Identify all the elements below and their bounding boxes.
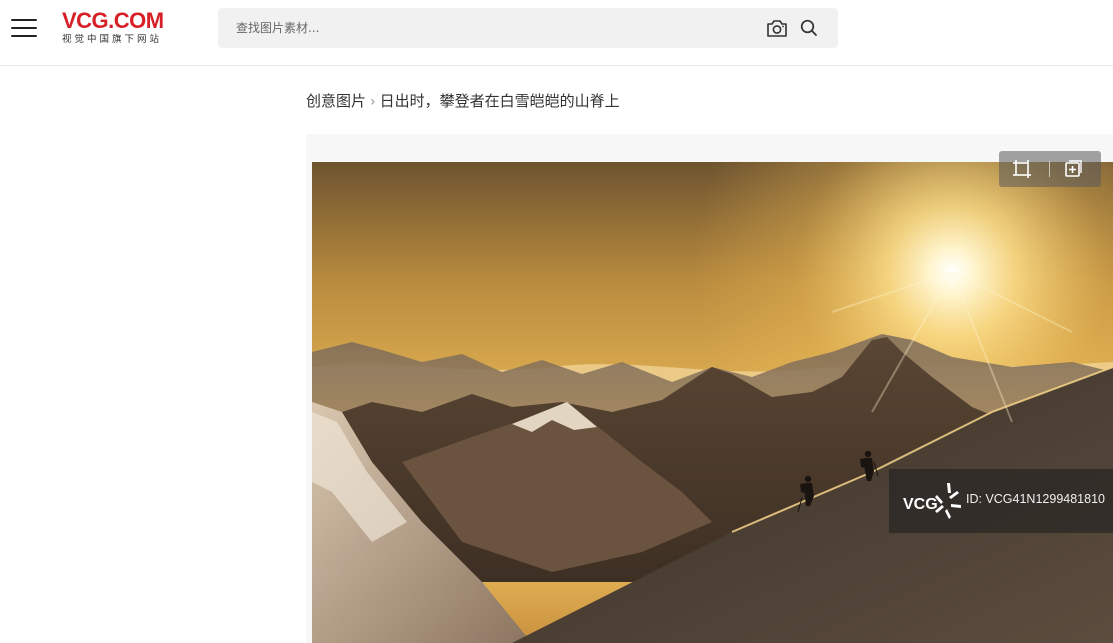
breadcrumb-category[interactable]: 创意图片 bbox=[306, 92, 366, 110]
breadcrumb-current: 日出时，攀登者在白雪皑皑的山脊上 bbox=[379, 92, 620, 110]
top-header: VCG.COM 视觉中国旗下网站 bbox=[0, 0, 1113, 66]
toolbar-divider bbox=[1049, 161, 1050, 177]
vcg-watermark-logo: VCG bbox=[903, 483, 961, 519]
image-toolbar bbox=[999, 151, 1101, 187]
photo-illustration bbox=[312, 162, 1113, 643]
wm-logo-text: VCG bbox=[903, 496, 938, 513]
search-bar bbox=[218, 8, 838, 48]
hamburger-menu-icon[interactable] bbox=[10, 16, 40, 40]
menu-line bbox=[11, 19, 37, 21]
image-id-label: ID: VCG41N1299481810 bbox=[966, 492, 1105, 506]
main-photo[interactable] bbox=[312, 162, 1113, 643]
camera-search-icon[interactable] bbox=[766, 18, 788, 38]
crop-icon[interactable] bbox=[1011, 158, 1033, 180]
image-watermark: VCG ID: VCG41N1299481810 bbox=[889, 469, 1113, 533]
logo-text: VCG.COM bbox=[62, 8, 164, 33]
logo-subtitle: 视觉中国旗下网站 bbox=[62, 34, 163, 45]
image-viewer: VCG ID: VCG41N1299481810 bbox=[306, 134, 1113, 643]
menu-line bbox=[11, 27, 37, 29]
search-input[interactable] bbox=[218, 8, 748, 48]
search-icon[interactable] bbox=[799, 18, 819, 38]
breadcrumb-separator: › bbox=[370, 94, 376, 110]
breadcrumb: 创意图片 › 日出时，攀登者在白雪皑皑的山脊上 bbox=[306, 90, 620, 111]
site-logo[interactable]: VCG.COM 视觉中国旗下网站 bbox=[62, 9, 172, 46]
add-to-collection-icon[interactable] bbox=[1062, 158, 1084, 180]
menu-line bbox=[11, 35, 37, 37]
